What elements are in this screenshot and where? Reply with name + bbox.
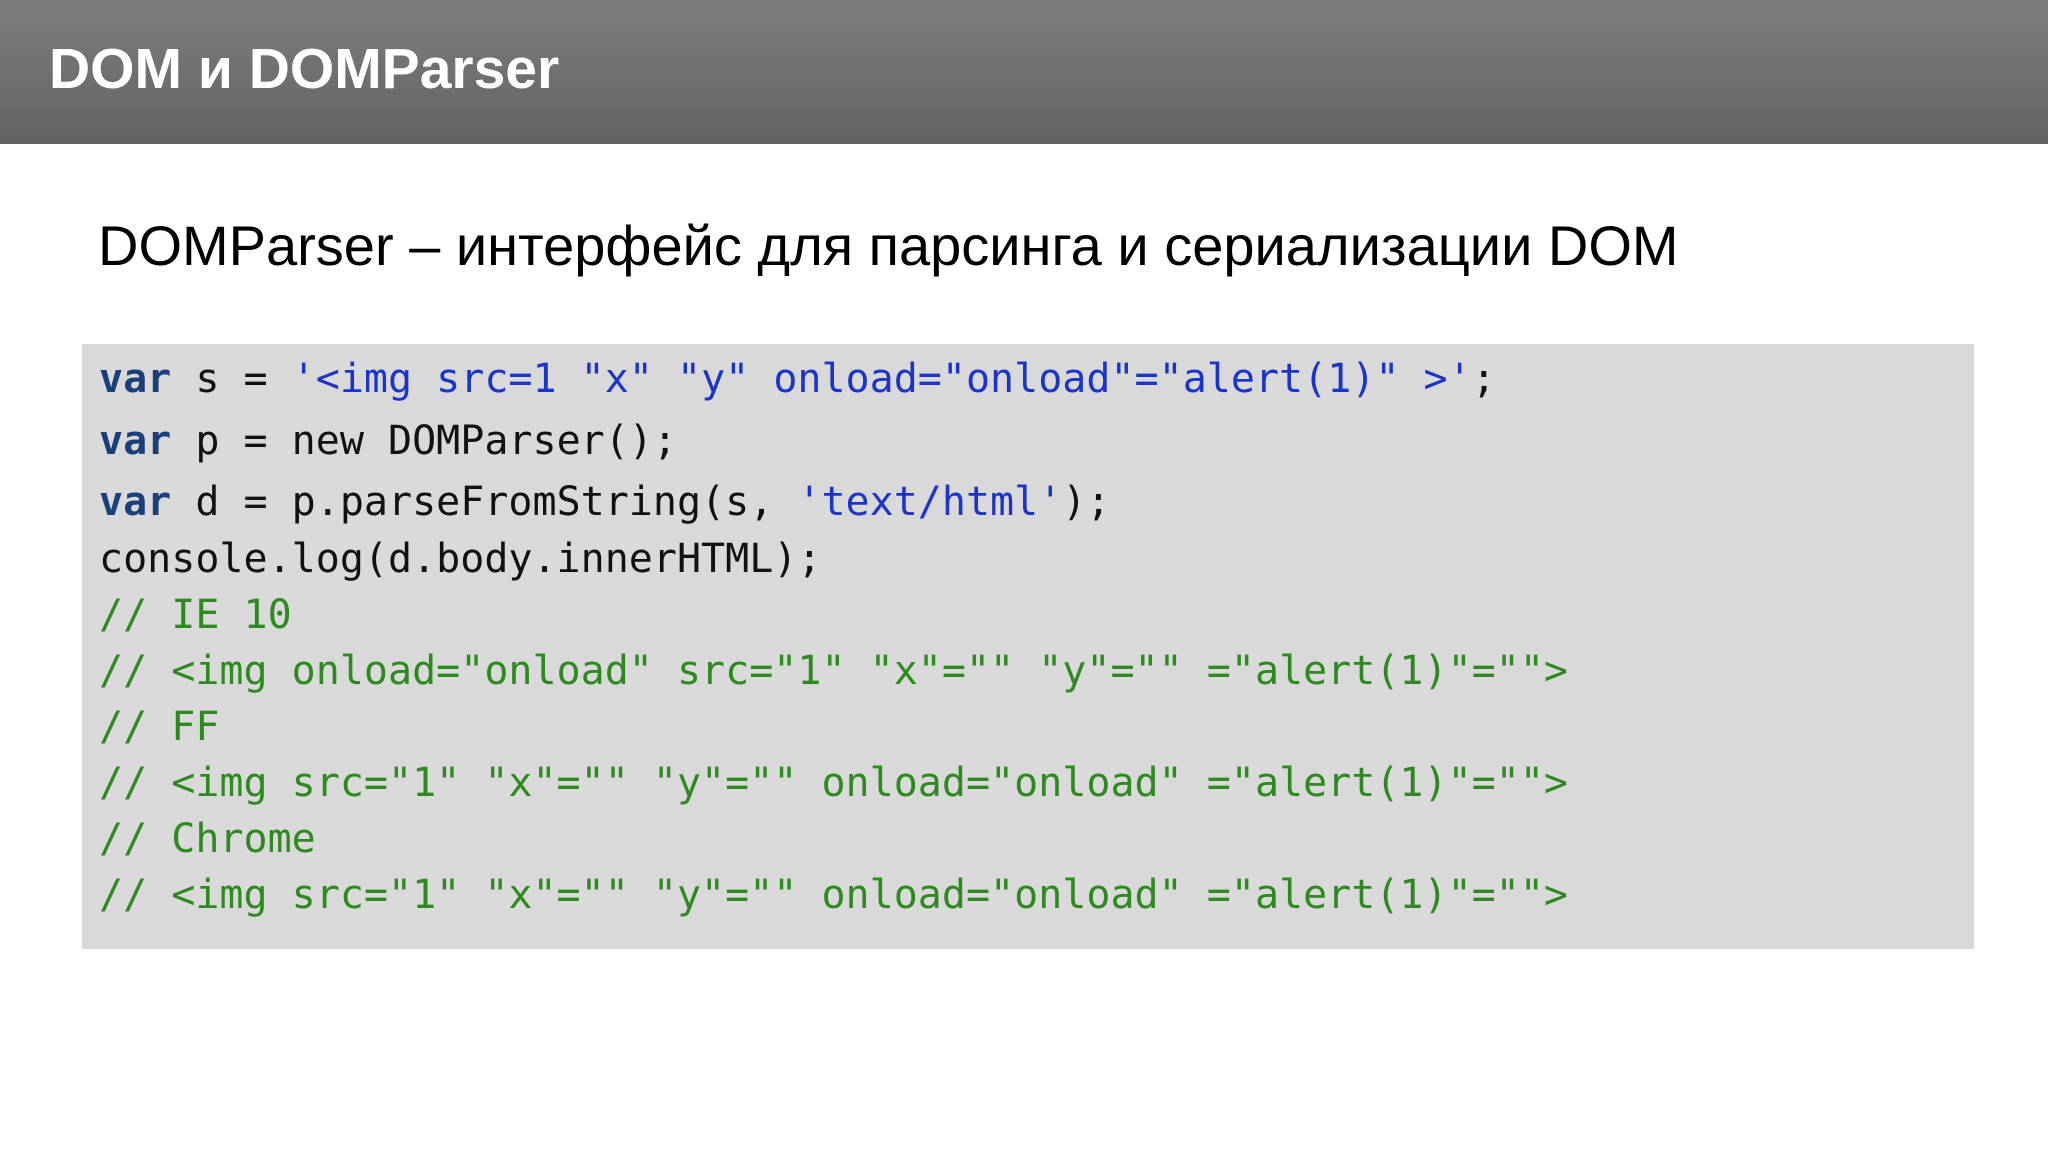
- code-line-4: console.log(d.body.innerHTML);: [99, 534, 821, 584]
- code-line-5: // IE 10: [99, 590, 292, 640]
- code-comment: // IE 10: [99, 592, 292, 638]
- code-comment: // <img src="1" "x"="" "y"="" onload="on…: [99, 872, 1569, 918]
- code-line-1: var s = '<img src=1 "x" "y" onload="onlo…: [99, 354, 1496, 404]
- code-line-6: // <img onload="onload" src="1" "x"="" "…: [99, 646, 1568, 696]
- string-literal: 'text/html': [797, 479, 1063, 525]
- keyword-var: var: [99, 356, 172, 402]
- slide-subtitle: DOMParser – интерфейс для парсинга и сер…: [98, 214, 1679, 277]
- code-comment: // <img onload="onload" src="1" "x"="" "…: [99, 648, 1569, 694]
- code-text: d = p.parseFromString(s,: [171, 479, 798, 525]
- code-line-9: // Chrome: [99, 814, 316, 864]
- code-text: ;: [1471, 356, 1496, 402]
- code-line-10: // <img src="1" "x"="" "y"="" onload="on…: [99, 870, 1568, 920]
- string-literal: '<img src=1 "x" "y" onload="onload"="ale…: [291, 356, 1472, 402]
- title-bar: DOM и DOMParser: [0, 0, 2048, 144]
- code-text: s =: [171, 356, 292, 402]
- keyword-var: var: [99, 479, 172, 525]
- code-line-8: // <img src="1" "x"="" "y"="" onload="on…: [99, 758, 1568, 808]
- code-comment: // <img src="1" "x"="" "y"="" onload="on…: [99, 760, 1569, 806]
- code-line-7: // FF: [99, 702, 219, 752]
- code-text: console.log(d.body.innerHTML);: [99, 536, 822, 582]
- code-line-3: var d = p.parseFromString(s, 'text/html'…: [99, 477, 1110, 527]
- code-line-2: var p = new DOMParser();: [99, 416, 677, 466]
- code-block: var s = '<img src=1 "x" "y" onload="onlo…: [82, 344, 1974, 949]
- code-comment: // FF: [99, 704, 220, 750]
- code-text: p = new DOMParser();: [171, 418, 677, 464]
- code-comment: // Chrome: [99, 816, 316, 862]
- keyword-var: var: [99, 418, 172, 464]
- code-text: );: [1062, 479, 1111, 525]
- slide-title: DOM и DOMParser: [49, 37, 560, 101]
